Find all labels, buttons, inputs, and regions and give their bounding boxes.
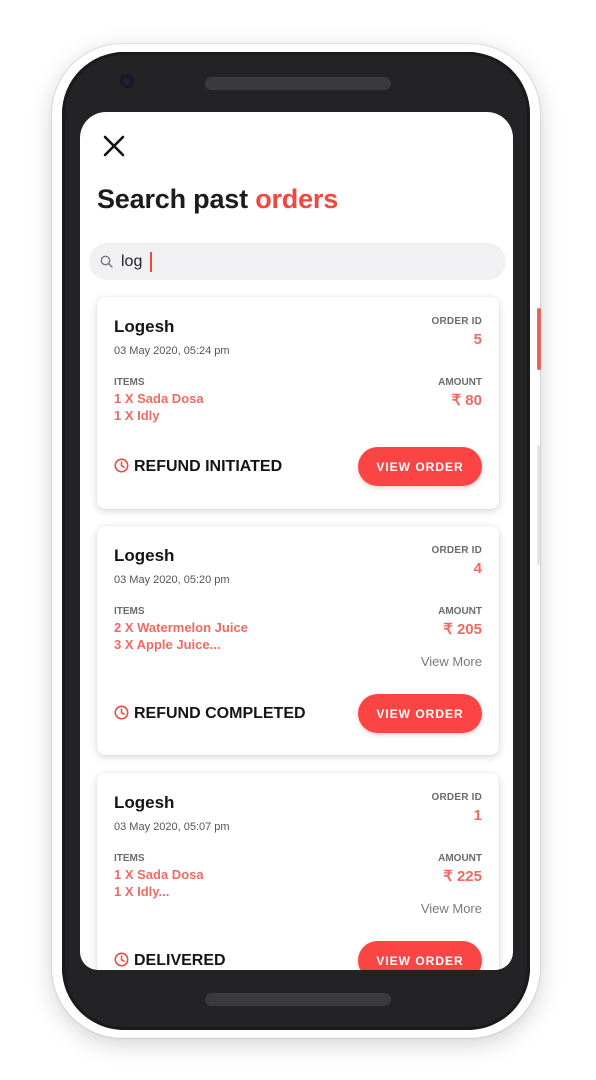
items-label: ITEMS (114, 377, 145, 388)
items-label: ITEMS (114, 606, 145, 617)
amount-label: AMOUNT (438, 853, 482, 864)
order-item: 3 X Apple Juice... (114, 637, 221, 652)
amount-value: ₹ 205 (443, 621, 482, 638)
clock-icon (114, 705, 129, 720)
order-date: 03 May 2020, 05:24 pm (114, 345, 230, 357)
order-card[interactable]: Logesh 03 May 2020, 05:24 pm ORDER ID 5 … (97, 297, 499, 509)
front-camera (120, 74, 134, 88)
order-item: 1 X Idly... (114, 884, 170, 899)
order-id-label: ORDER ID (431, 792, 482, 803)
order-id-value: 5 (473, 331, 482, 348)
earpiece-speaker (205, 77, 391, 90)
amount-label: AMOUNT (438, 377, 482, 388)
amount-value: ₹ 80 (451, 392, 482, 409)
search-input[interactable] (121, 249, 481, 274)
order-item: 1 X Sada Dosa (114, 867, 204, 882)
text-caret (150, 252, 152, 272)
page-title-accent: orders (255, 184, 339, 214)
clock-icon (114, 952, 129, 967)
amount-value: ₹ 225 (443, 868, 482, 885)
page-title: Search past orders (97, 184, 338, 215)
page-title-main: Search past (97, 184, 256, 214)
side-button-volume (537, 445, 540, 565)
order-status: REFUND COMPLETED (114, 705, 306, 723)
order-item: 1 X Idly (114, 408, 160, 423)
bottom-bezel-bar (205, 993, 391, 1006)
order-status-text: REFUND COMPLETED (134, 705, 306, 722)
view-more-link[interactable]: View More (421, 654, 482, 669)
order-item: 2 X Watermelon Juice (114, 620, 248, 635)
view-order-button[interactable]: VIEW ORDER (358, 694, 482, 733)
app-screen: Search past orders Logesh 03 May 2020, 0… (80, 112, 513, 970)
order-date: 03 May 2020, 05:20 pm (114, 574, 230, 586)
customer-name: Logesh (114, 793, 175, 812)
order-status-text: REFUND INITIATED (134, 458, 283, 475)
order-id-label: ORDER ID (431, 316, 482, 327)
order-status-text: DELIVERED (134, 952, 226, 969)
search-bar[interactable] (89, 243, 506, 280)
order-card[interactable]: Logesh 03 May 2020, 05:20 pm ORDER ID 4 … (97, 526, 499, 755)
view-more-link[interactable]: View More (421, 901, 482, 916)
order-status: REFUND INITIATED (114, 458, 282, 476)
order-id-value: 4 (473, 560, 482, 577)
order-card[interactable]: Logesh 03 May 2020, 05:07 pm ORDER ID 1 … (97, 773, 499, 970)
order-id-value: 1 (473, 807, 482, 824)
close-icon (103, 135, 125, 157)
customer-name: Logesh (114, 546, 175, 565)
clock-icon (114, 458, 129, 473)
order-date: 03 May 2020, 05:07 pm (114, 821, 230, 833)
view-order-button[interactable]: VIEW ORDER (358, 447, 482, 486)
order-id-label: ORDER ID (431, 545, 482, 556)
order-item: 1 X Sada Dosa (114, 391, 204, 406)
amount-label: AMOUNT (438, 606, 482, 617)
order-status: DELIVERED (114, 952, 226, 970)
side-button-power (537, 308, 541, 370)
close-button[interactable] (100, 132, 128, 160)
customer-name: Logesh (114, 317, 175, 336)
view-order-button[interactable]: VIEW ORDER (358, 941, 482, 970)
items-label: ITEMS (114, 853, 145, 864)
search-icon (100, 255, 113, 268)
